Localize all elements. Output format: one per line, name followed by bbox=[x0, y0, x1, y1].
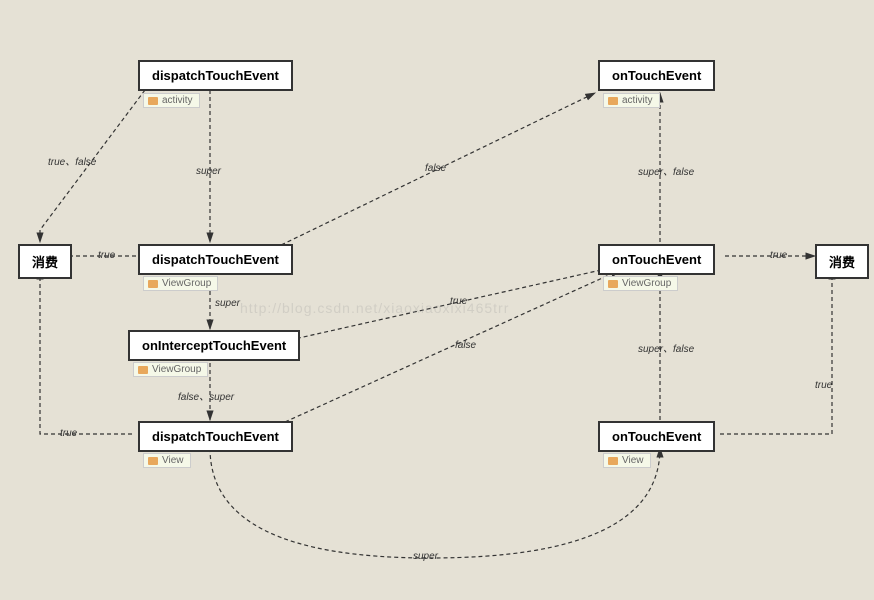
edge-label-super2: super bbox=[215, 298, 240, 309]
edge-label-superfalse1: super、false bbox=[638, 163, 694, 178]
intercept-viewgroup-node: onInterceptTouchEvent bbox=[128, 330, 300, 361]
touch-viewgroup-badge: ViewGroup bbox=[603, 276, 678, 291]
dispatch-viewgroup-badge: ViewGroup bbox=[143, 276, 218, 291]
edge-label-tf1: true、false bbox=[48, 153, 96, 168]
consume-left-node: 消费 bbox=[18, 244, 72, 279]
touch-activity-node: onTouchEvent bbox=[598, 60, 715, 91]
dispatch-viewgroup-node: dispatchTouchEvent bbox=[138, 244, 293, 275]
edge-label-true5: true bbox=[815, 380, 832, 391]
dispatch-activity-badge: activity bbox=[143, 93, 200, 108]
edge-label-superfalse2: super、false bbox=[638, 340, 694, 355]
dispatch-activity-node: dispatchTouchEvent bbox=[138, 60, 293, 91]
edge-label-falsesuper: false、super bbox=[178, 388, 234, 403]
edge-label-true4: true bbox=[60, 428, 77, 439]
edge-label-true1: true bbox=[98, 250, 115, 261]
edge-label-false1: false bbox=[425, 163, 446, 174]
edge-label-super1: super bbox=[196, 166, 221, 177]
watermark: http://blog.csdn.net/xiaoxiaoxixi465trr bbox=[240, 300, 509, 316]
touch-view-node: onTouchEvent bbox=[598, 421, 715, 452]
touch-viewgroup-node: onTouchEvent bbox=[598, 244, 715, 275]
edge-label-false2: false bbox=[455, 340, 476, 351]
consume-right-node: 消费 bbox=[815, 244, 869, 279]
dispatch-view-node: dispatchTouchEvent bbox=[138, 421, 293, 452]
touch-activity-badge: activity bbox=[603, 93, 660, 108]
edge-label-true2: true bbox=[770, 250, 787, 261]
touch-view-badge: View bbox=[603, 453, 651, 468]
dispatch-view-badge: View bbox=[143, 453, 191, 468]
edge-label-super3: super bbox=[413, 551, 438, 562]
intercept-viewgroup-badge: ViewGroup bbox=[133, 362, 208, 377]
